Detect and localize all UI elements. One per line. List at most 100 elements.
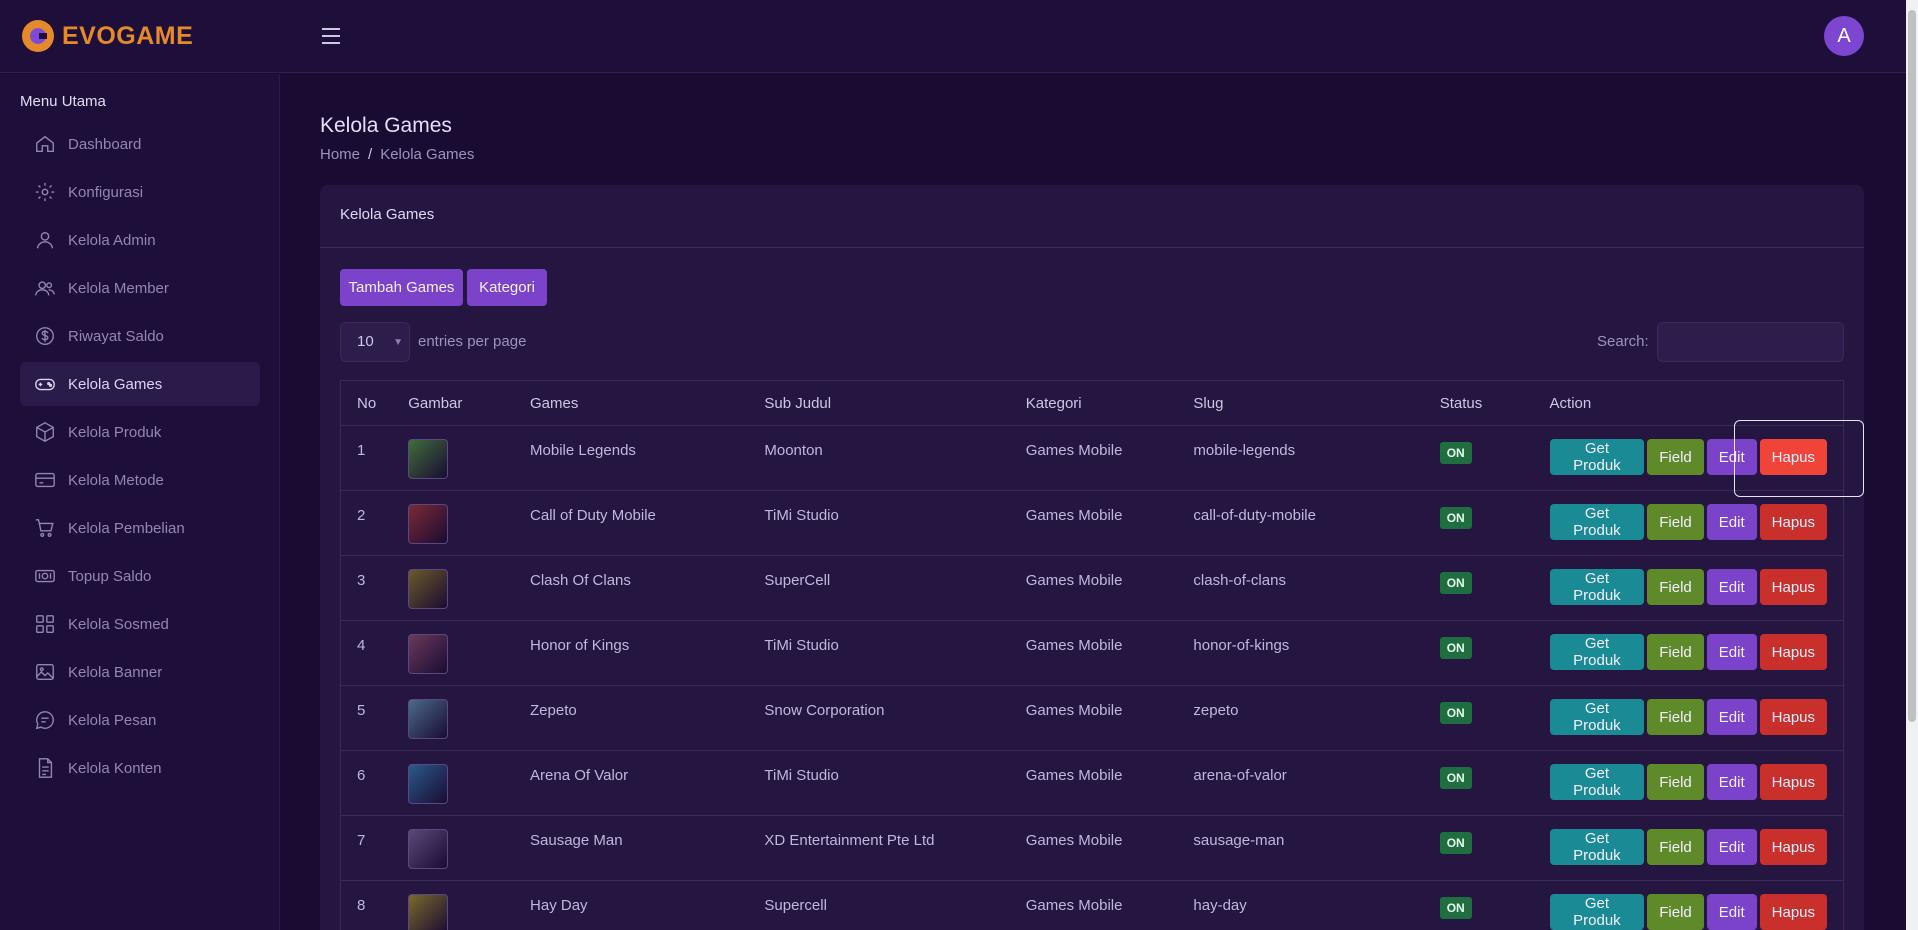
- get-product-button[interactable]: Get Produk: [1549, 439, 1645, 475]
- search-input[interactable]: [1657, 322, 1844, 362]
- users-icon: [35, 281, 55, 296]
- sidebar-item-konfigurasi[interactable]: Konfigurasi: [20, 170, 260, 214]
- scrollbar-thumb[interactable]: [1908, 10, 1916, 722]
- sidebar-item-kelola-pesan[interactable]: Kelola Pesan: [20, 698, 260, 742]
- breadcrumb-current: Kelola Games: [380, 146, 475, 163]
- cell-actions: Get Produk Field Edit Hapus: [1533, 750, 1844, 816]
- action-group: Get Produk Field Edit Hapus: [1549, 764, 1827, 800]
- sidebar-item-kelola-banner[interactable]: Kelola Banner: [20, 650, 260, 694]
- edit-button[interactable]: Edit: [1706, 504, 1757, 540]
- entries-label: entries per page: [418, 333, 527, 350]
- game-thumbnail: [408, 439, 449, 479]
- cell-game: Mobile Legends: [514, 425, 749, 491]
- edit-button[interactable]: Edit: [1706, 764, 1757, 800]
- sidebar-item-kelola-admin[interactable]: Kelola Admin: [20, 218, 260, 262]
- delete-button[interactable]: Hapus: [1759, 504, 1827, 540]
- get-product-button[interactable]: Get Produk: [1549, 699, 1645, 735]
- get-product-button[interactable]: Get Produk: [1549, 829, 1645, 865]
- edit-button[interactable]: Edit: [1706, 699, 1757, 735]
- field-button[interactable]: Field: [1647, 894, 1704, 930]
- get-product-button[interactable]: Get Produk: [1549, 504, 1645, 540]
- field-button[interactable]: Field: [1647, 569, 1704, 605]
- cell-category: Games Mobile: [1009, 685, 1178, 751]
- avatar[interactable]: A: [1824, 16, 1864, 56]
- cell-no: 5: [340, 685, 393, 751]
- sidebar-item-kelola-sosmed[interactable]: Kelola Sosmed: [20, 602, 260, 646]
- field-button[interactable]: Field: [1647, 504, 1704, 540]
- sidebar-item-topup-saldo[interactable]: Topup Saldo: [20, 554, 260, 598]
- edit-button[interactable]: Edit: [1706, 894, 1757, 930]
- sidebar-item-kelola-games[interactable]: Kelola Games: [20, 362, 260, 406]
- edit-button[interactable]: Edit: [1706, 634, 1757, 670]
- cell-category: Games Mobile: [1009, 490, 1178, 556]
- action-group: Get Produk Field Edit Hapus: [1549, 894, 1827, 930]
- field-button[interactable]: Field: [1647, 829, 1704, 865]
- cell-game: Hay Day: [514, 880, 749, 930]
- cell-status: ON: [1423, 880, 1534, 930]
- cell-no: 8: [340, 880, 393, 930]
- cell-slug: zepeto: [1177, 685, 1424, 751]
- delete-button[interactable]: Hapus: [1759, 894, 1827, 930]
- breadcrumb-home[interactable]: Home: [320, 146, 360, 163]
- get-product-button[interactable]: Get Produk: [1549, 764, 1645, 800]
- field-button[interactable]: Field: [1647, 634, 1704, 670]
- entries-per-page-select[interactable]: 10 ▼: [340, 322, 410, 362]
- delete-button[interactable]: Hapus: [1759, 569, 1827, 605]
- game-thumbnail: [408, 634, 449, 674]
- table-row: 4 Honor of Kings TiMi Studio Games Mobile ho…: [340, 620, 1844, 686]
- column-header-status[interactable]: Status: [1423, 380, 1534, 426]
- sidebar: Menu Utama Dashboard Konfigurasi Kelola Ad…: [0, 74, 280, 930]
- cell-actions: Get Produk Field Edit Hapus: [1533, 815, 1844, 881]
- get-product-button[interactable]: Get Produk: [1549, 569, 1645, 605]
- document-icon: [38, 758, 53, 778]
- sidebar-item-dashboard[interactable]: Dashboard: [20, 122, 260, 166]
- column-header-gambar[interactable]: Gambar: [392, 380, 515, 426]
- category-button[interactable]: Kategori: [467, 269, 547, 306]
- sidebar-item-kelola-pembelian[interactable]: Kelola Pembelian: [20, 506, 260, 550]
- column-header-sub-judul[interactable]: Sub Judul: [748, 380, 1010, 426]
- sidebar-item-riwayat-saldo[interactable]: Riwayat Saldo: [20, 314, 260, 358]
- box-icon: [36, 422, 54, 442]
- column-header-no[interactable]: No: [340, 380, 393, 426]
- column-header-action[interactable]: Action: [1533, 380, 1844, 426]
- sidebar-item-kelola-konten[interactable]: Kelola Konten: [20, 746, 260, 790]
- sidebar-item-kelola-metode[interactable]: Kelola Metode: [20, 458, 260, 502]
- table-row: 6 Arena Of Valor TiMi Studio Games Mobile ar…: [340, 750, 1844, 816]
- sidebar-item-label: Kelola Banner: [68, 663, 163, 681]
- cell-actions: Get Produk Field Edit Hapus: [1533, 490, 1844, 556]
- get-product-button[interactable]: Get Produk: [1549, 894, 1645, 930]
- column-header-slug[interactable]: Slug: [1177, 380, 1424, 426]
- field-button[interactable]: Field: [1647, 764, 1704, 800]
- brand-logo[interactable]: EVOGAME: [22, 20, 193, 52]
- delete-button[interactable]: Hapus: [1759, 634, 1827, 670]
- table-row: 7 Sausage Man XD Entertainment Pte Ltd Game…: [340, 815, 1844, 881]
- cell-no: 1: [340, 425, 393, 491]
- cell-no: 3: [340, 555, 393, 621]
- cell-slug: clash-of-clans: [1177, 555, 1424, 621]
- add-game-button[interactable]: Tambah Games: [340, 269, 463, 306]
- sidebar-item-label: Kelola Metode: [68, 471, 164, 489]
- delete-button[interactable]: Hapus: [1759, 829, 1827, 865]
- delete-button[interactable]: Hapus: [1759, 764, 1827, 800]
- delete-button[interactable]: Hapus: [1759, 699, 1827, 735]
- status-badge: ON: [1439, 897, 1472, 919]
- page-title: Kelola Games: [320, 114, 452, 137]
- cell-actions: Get Produk Field Edit Hapus: [1533, 555, 1844, 621]
- menu-toggle-icon[interactable]: [322, 28, 340, 44]
- get-product-button[interactable]: Get Produk: [1549, 634, 1645, 670]
- sidebar-item-kelola-member[interactable]: Kelola Member: [20, 266, 260, 310]
- page-scrollbar[interactable]: [1906, 0, 1918, 930]
- edit-button[interactable]: Edit: [1706, 829, 1757, 865]
- sidebar-item-label: Kelola Member: [68, 279, 169, 297]
- status-badge: ON: [1439, 637, 1472, 659]
- edit-button[interactable]: Edit: [1706, 569, 1757, 605]
- logo-icon: [22, 20, 54, 52]
- column-header-games[interactable]: Games: [514, 380, 749, 426]
- status-badge: ON: [1439, 442, 1472, 464]
- field-button[interactable]: Field: [1647, 699, 1704, 735]
- grid-icon: [36, 615, 54, 633]
- action-group: Get Produk Field Edit Hapus: [1549, 634, 1827, 670]
- field-button[interactable]: Field: [1647, 439, 1704, 475]
- sidebar-item-kelola-produk[interactable]: Kelola Produk: [20, 410, 260, 454]
- column-header-kategori[interactable]: Kategori: [1009, 380, 1178, 426]
